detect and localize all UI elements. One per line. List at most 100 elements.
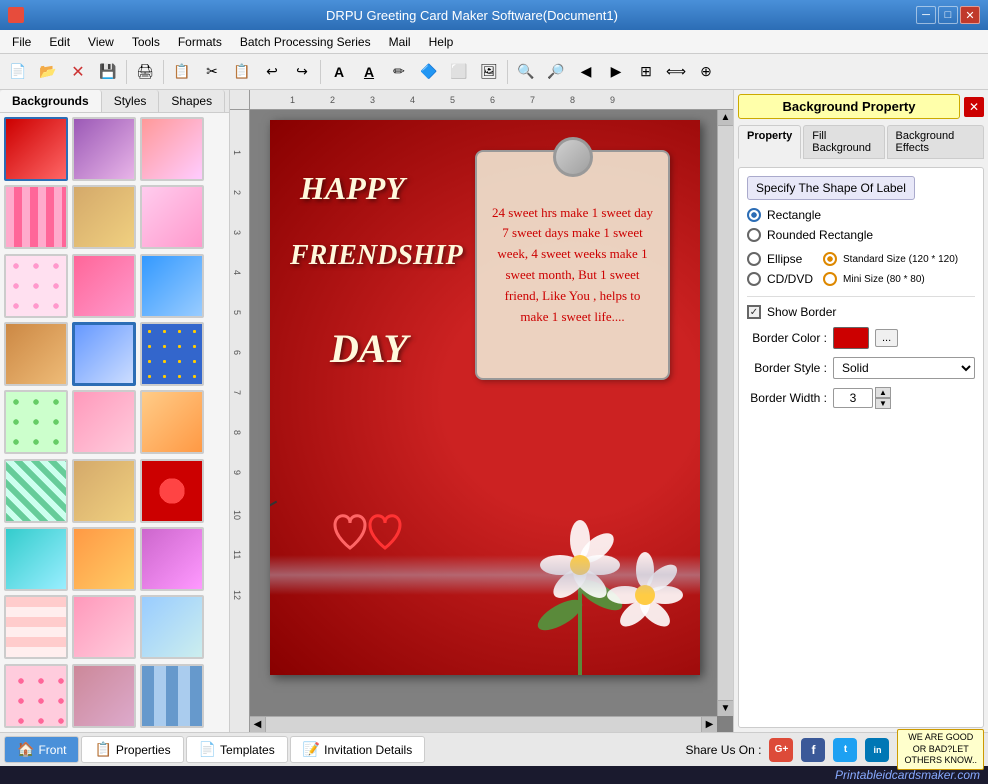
thumb-8[interactable]	[72, 254, 136, 318]
magnify-button[interactable]: ⊕	[692, 58, 720, 86]
thumb-10[interactable]	[4, 322, 68, 386]
align-left-button[interactable]: ◀	[572, 58, 600, 86]
linkedin-button[interactable]: in	[865, 738, 889, 762]
border-style-select[interactable]: Solid Dashed Dotted	[833, 357, 975, 379]
thumb-16[interactable]	[4, 459, 68, 523]
shape-rectangle[interactable]: Rectangle	[747, 208, 975, 222]
panel-tabs: Backgrounds Styles Shapes	[0, 90, 229, 113]
tab-front[interactable]: 🏠 Front	[4, 736, 79, 763]
facebook-button[interactable]: f	[801, 738, 825, 762]
menu-mail[interactable]: Mail	[381, 33, 419, 51]
size-standard[interactable]: Standard Size (120 * 120)	[823, 252, 958, 266]
image-button[interactable]: 🖼	[475, 58, 503, 86]
thumb-15[interactable]	[140, 390, 204, 454]
size-standard-label: Standard Size (120 * 120)	[843, 254, 958, 265]
shape-ellipse[interactable]: Ellipse	[747, 252, 813, 266]
zoom-out-button[interactable]: 🔎	[542, 58, 570, 86]
menu-help[interactable]: Help	[421, 33, 462, 51]
menu-view[interactable]: View	[80, 33, 122, 51]
rect-button[interactable]: ⬜	[445, 58, 473, 86]
thumb-11[interactable]	[72, 322, 136, 386]
tab-invitation[interactable]: 📝 Invitation Details	[290, 736, 425, 763]
thumb-26[interactable]	[72, 664, 136, 728]
maximize-button[interactable]: □	[938, 6, 958, 24]
cut-button[interactable]: ✂	[198, 58, 226, 86]
spinner-down-button[interactable]: ▼	[875, 398, 891, 409]
thumb-1[interactable]	[4, 117, 68, 181]
tab-templates[interactable]: 📄 Templates	[186, 736, 288, 763]
print-button[interactable]: 🖨	[131, 58, 159, 86]
thumb-18[interactable]	[140, 459, 204, 523]
thumb-22[interactable]	[4, 595, 68, 659]
minimize-button[interactable]: ─	[916, 6, 936, 24]
paste-button[interactable]: 📋	[228, 58, 256, 86]
thumb-5[interactable]	[72, 185, 136, 249]
thumb-6[interactable]	[140, 185, 204, 249]
thumb-17[interactable]	[72, 459, 136, 523]
shape-button[interactable]: 🔷	[415, 58, 443, 86]
thumb-9[interactable]	[140, 254, 204, 318]
thumb-14[interactable]	[72, 390, 136, 454]
shape-rectangle-label: Rectangle	[767, 208, 821, 222]
thumb-4[interactable]	[4, 185, 68, 249]
grid-button[interactable]: ⊞	[632, 58, 660, 86]
thumb-13[interactable]	[4, 390, 68, 454]
thumb-7[interactable]	[4, 254, 68, 318]
thumb-2[interactable]	[72, 117, 136, 181]
flip-button[interactable]: ⟺	[662, 58, 690, 86]
tab-property[interactable]: Property	[738, 125, 801, 159]
menu-formats[interactable]: Formats	[170, 33, 230, 51]
spinner-up-button[interactable]: ▲	[875, 387, 891, 398]
shape-rounded-rect[interactable]: Rounded Rectangle	[747, 228, 975, 242]
shape-cddvd[interactable]: CD/DVD	[747, 272, 813, 286]
scroll-right-btn[interactable]: ▶	[701, 717, 717, 732]
tab-backgrounds[interactable]: Backgrounds	[0, 90, 102, 112]
scroll-left-btn[interactable]: ◀	[250, 717, 266, 732]
bg-prop-close-button[interactable]: ✕	[964, 97, 984, 117]
border-width-input[interactable]: 3	[833, 388, 873, 408]
text-button[interactable]: A	[325, 58, 353, 86]
border-color-picker-button[interactable]: ...	[875, 329, 898, 347]
menu-tools[interactable]: Tools	[124, 33, 168, 51]
thumb-24[interactable]	[140, 595, 204, 659]
thumb-25[interactable]	[4, 664, 68, 728]
show-border-checkbox[interactable]: ✓	[747, 305, 761, 319]
google-plus-button[interactable]: G+	[769, 738, 793, 762]
size-mini[interactable]: Mini Size (80 * 80)	[823, 272, 958, 286]
menu-file[interactable]: File	[4, 33, 39, 51]
undo-button[interactable]: ↩	[258, 58, 286, 86]
tab-shapes[interactable]: Shapes	[159, 90, 225, 112]
save2-button[interactable]: 💾	[94, 58, 122, 86]
tab-styles[interactable]: Styles	[102, 90, 160, 112]
thumb-23[interactable]	[72, 595, 136, 659]
align-right-button[interactable]: ▶	[602, 58, 630, 86]
tab-fill-bg[interactable]: Fill Background	[803, 125, 884, 159]
scroll-right[interactable]: ▲ ▼	[717, 110, 733, 716]
tab-bg-effects[interactable]: Background Effects	[887, 125, 984, 159]
card-canvas[interactable]: HAPPY FRIENDSHIP DAY 24 sweet hrs make 1…	[270, 120, 700, 675]
twitter-button[interactable]: t	[833, 738, 857, 762]
scroll-down-btn[interactable]: ▼	[718, 700, 733, 716]
prop-content: Specify The Shape Of Label Rectangle Rou…	[738, 167, 984, 728]
copy-button[interactable]: 📋	[168, 58, 196, 86]
thumb-20[interactable]	[72, 527, 136, 591]
border-color-swatch[interactable]	[833, 327, 869, 349]
menu-edit[interactable]: Edit	[41, 33, 78, 51]
thumb-12[interactable]	[140, 322, 204, 386]
draw-button[interactable]: ✏	[385, 58, 413, 86]
zoom-in-button[interactable]: 🔍	[512, 58, 540, 86]
thumb-19[interactable]	[4, 527, 68, 591]
scroll-bottom[interactable]: ◀ ▶	[250, 716, 717, 732]
redo-button[interactable]: ↪	[288, 58, 316, 86]
scroll-up-btn[interactable]: ▲	[718, 110, 733, 126]
thumb-3[interactable]	[140, 117, 204, 181]
new-button[interactable]: 📄	[4, 58, 32, 86]
text2-button[interactable]: A	[355, 58, 383, 86]
thumb-27[interactable]	[140, 664, 204, 728]
open-button[interactable]: 📂	[34, 58, 62, 86]
close-button[interactable]: ✕	[960, 6, 980, 24]
menu-batch[interactable]: Batch Processing Series	[232, 33, 379, 51]
tab-properties[interactable]: 📋 Properties	[81, 736, 183, 763]
thumb-21[interactable]	[140, 527, 204, 591]
save-button[interactable]: ✕	[64, 58, 92, 86]
